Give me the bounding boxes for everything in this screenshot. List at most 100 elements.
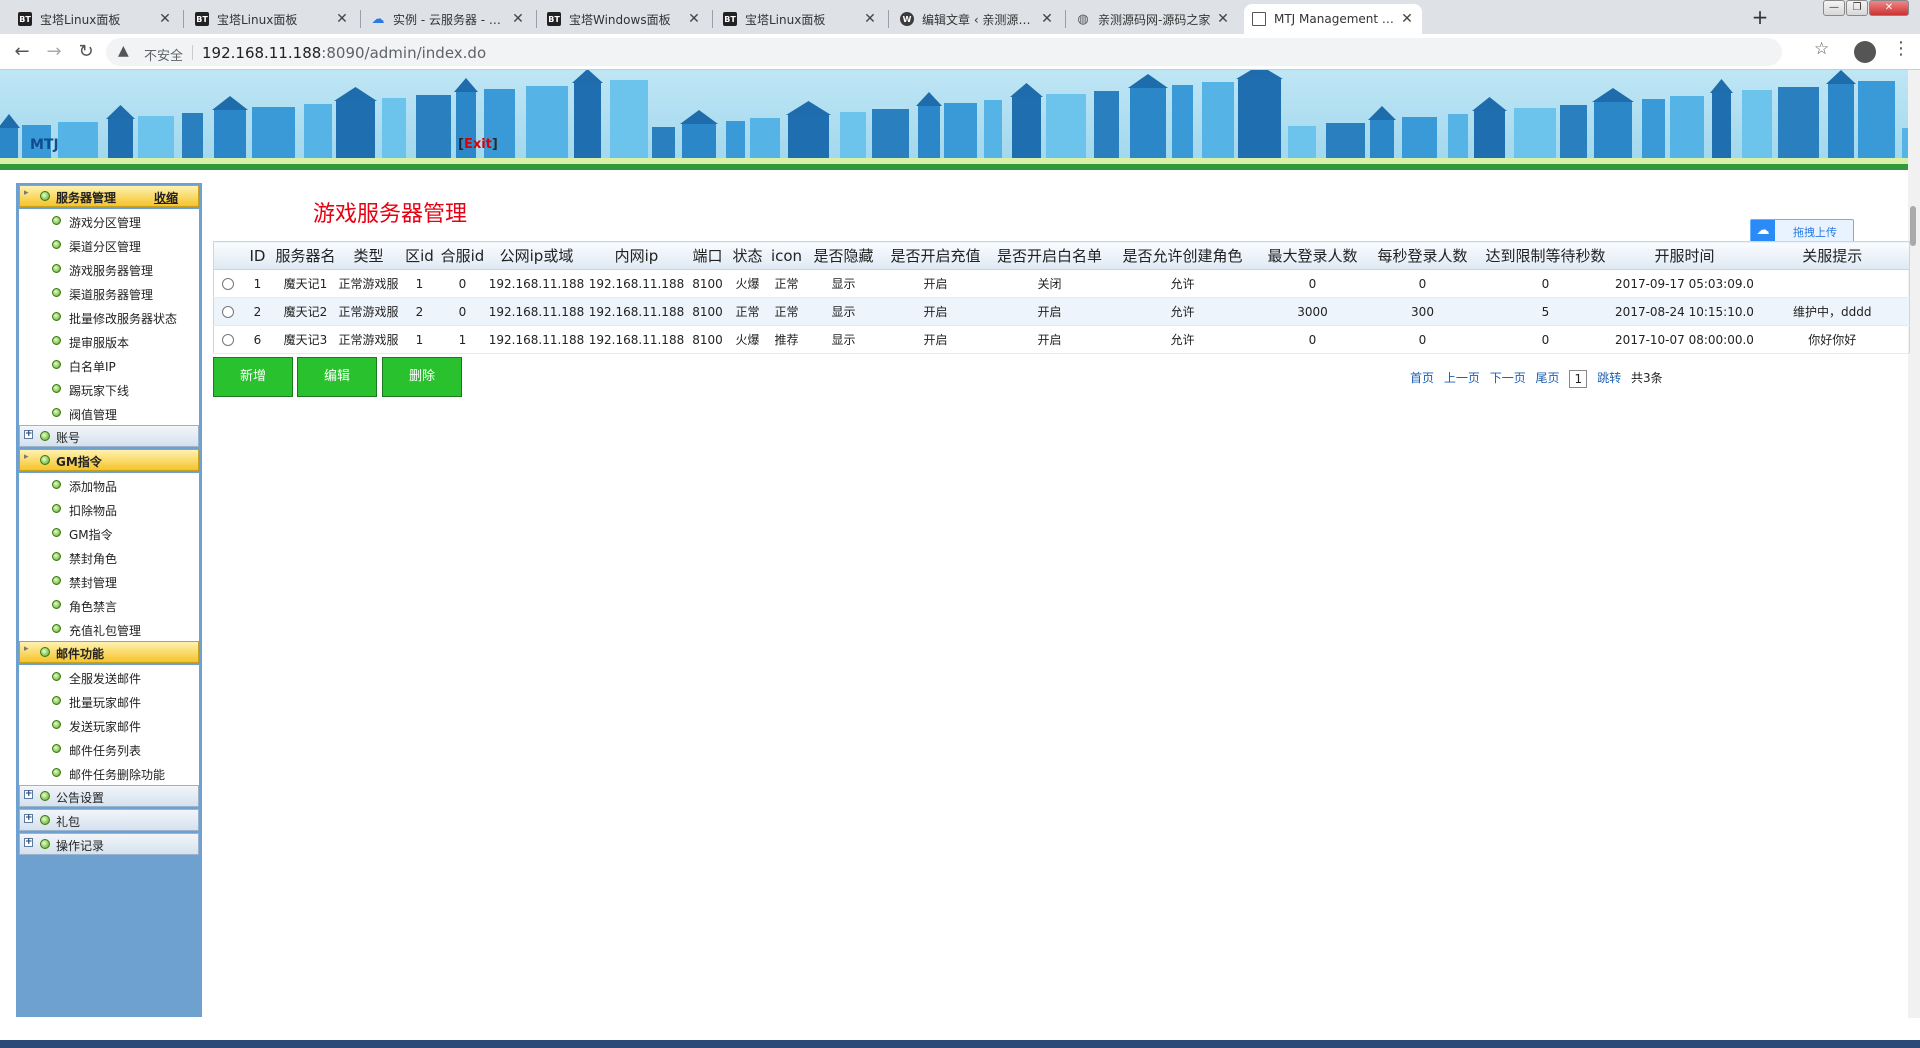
sidebar-item[interactable]: 邮件任务删除功能 bbox=[19, 761, 199, 785]
building-shape bbox=[1012, 97, 1041, 158]
sidebar-group-0[interactable]: ▸ 服务器管理 收缩 bbox=[19, 185, 199, 207]
row-radio[interactable] bbox=[221, 278, 234, 290]
tab-close-icon[interactable]: ✕ bbox=[511, 11, 525, 27]
tab-close-icon[interactable]: ✕ bbox=[863, 11, 877, 27]
restore-button[interactable]: ❐ bbox=[1846, 0, 1868, 16]
sidebar-item[interactable]: 渠道分区管理 bbox=[19, 233, 199, 257]
delete-button[interactable]: 删除 bbox=[382, 357, 462, 397]
sidebar-item[interactable]: 阀值管理 bbox=[19, 401, 199, 425]
expand-icon[interactable]: + bbox=[24, 430, 33, 439]
bt-icon: BT bbox=[18, 12, 32, 26]
sidebar-group-2[interactable]: ▸ GM指令 bbox=[19, 449, 199, 471]
column-header: 类型 bbox=[337, 241, 400, 270]
tab-close-icon[interactable]: ✕ bbox=[158, 11, 172, 27]
sidebar-item[interactable]: 发送玩家邮件 bbox=[19, 713, 199, 737]
roof-shape bbox=[572, 70, 603, 83]
sidebar-item[interactable]: 禁封管理 bbox=[19, 569, 199, 593]
building-shape bbox=[58, 122, 98, 158]
building-shape bbox=[1670, 96, 1704, 158]
back-icon[interactable]: ← bbox=[10, 40, 34, 64]
browser-tab[interactable]: W 编辑文章 ‹ 亲测源码网 — W✕ bbox=[892, 4, 1062, 34]
sidebar-group-3[interactable]: ▸ 邮件功能 bbox=[19, 641, 199, 663]
browser-tab[interactable]: ◍ 亲测源码网-源码之家 ✕ bbox=[1068, 4, 1238, 34]
tab-close-icon[interactable]: ✕ bbox=[1040, 11, 1054, 27]
sidebar-group-1[interactable]: + 账号 bbox=[19, 425, 199, 447]
building-shape bbox=[1448, 114, 1468, 158]
sidebar-item[interactable]: 充值礼包管理 bbox=[19, 617, 199, 641]
table-cell: 192.168.11.188 bbox=[485, 269, 588, 298]
sidebar-item[interactable]: 游戏服务器管理 bbox=[19, 257, 199, 281]
row-radio[interactable] bbox=[221, 306, 234, 318]
sidebar-item[interactable]: 禁封角色 bbox=[19, 545, 199, 569]
pager-last[interactable]: 尾页 bbox=[1536, 371, 1560, 385]
building-shape bbox=[526, 86, 568, 158]
browser-tab[interactable]: BT 宝塔Linux面板 ✕ bbox=[715, 4, 885, 34]
table-cell: 火爆 bbox=[729, 269, 766, 298]
sidebar-group-4[interactable]: + 公告设置 bbox=[19, 785, 199, 807]
browser-tab[interactable]: BT 宝塔Windows面板 ✕ bbox=[539, 4, 709, 34]
column-header: 是否隐藏 bbox=[807, 241, 880, 270]
sidebar-item[interactable]: 批量玩家邮件 bbox=[19, 689, 199, 713]
sidebar-item[interactable]: 渠道服务器管理 bbox=[19, 281, 199, 305]
tab-close-icon[interactable]: ✕ bbox=[1216, 11, 1230, 27]
browser-tab[interactable]: BT 宝塔Linux面板 ✕ bbox=[10, 4, 180, 34]
sidebar-group-6[interactable]: + 操作记录 bbox=[19, 833, 199, 855]
tab-active[interactable]: MTJ Management System✕ bbox=[1244, 4, 1422, 34]
flag-icon: ▸ bbox=[24, 644, 29, 654]
table-row[interactable]: 2 魔天记2 正常游戏服 2 0 192.168.11.188 192.168.11.188… bbox=[213, 297, 1910, 326]
table-row[interactable]: 6 魔天记3 正常游戏服 1 1 192.168.11.188 192.168.11.188… bbox=[213, 325, 1910, 354]
close-window-button[interactable]: ✕ bbox=[1869, 0, 1909, 16]
exit-link[interactable]: [Exit] bbox=[458, 137, 498, 152]
row-radio[interactable] bbox=[221, 334, 234, 346]
sidebar-item[interactable]: 邮件任务列表 bbox=[19, 737, 199, 761]
menu-dots-icon[interactable]: ⋮ bbox=[1892, 38, 1910, 59]
bookmark-star-icon[interactable]: ☆ bbox=[1814, 39, 1829, 59]
scroll-thumb[interactable] bbox=[1910, 206, 1916, 246]
minimize-button[interactable]: — bbox=[1823, 0, 1845, 16]
table-cell: 2017-08-24 10:15:10.0 bbox=[1613, 297, 1756, 326]
expand-icon[interactable]: + bbox=[24, 814, 33, 823]
account-icon[interactable] bbox=[1854, 41, 1876, 63]
sidebar-item[interactable]: 白名单IP bbox=[19, 353, 199, 377]
pager-go[interactable]: 跳转 bbox=[1597, 371, 1621, 385]
expand-icon[interactable]: + bbox=[24, 790, 33, 799]
sidebar-item[interactable]: 踢玩家下线 bbox=[19, 377, 199, 401]
forward-icon[interactable]: → bbox=[42, 40, 66, 64]
pager-first[interactable]: 首页 bbox=[1410, 371, 1434, 385]
sidebar-item[interactable]: 游戏分区管理 bbox=[19, 209, 199, 233]
sidebar-item[interactable]: 全服发送邮件 bbox=[19, 665, 199, 689]
tab-separator bbox=[888, 10, 889, 28]
sidebar-item[interactable]: 批量修改服务器状态 bbox=[19, 305, 199, 329]
sidebar-item[interactable]: GM指令 bbox=[19, 521, 199, 545]
collapse-link[interactable]: 收缩 bbox=[154, 189, 178, 206]
column-header: 端口 bbox=[685, 241, 730, 270]
drag-upload-button[interactable]: ☁ 拖拽上传 bbox=[1750, 219, 1854, 243]
tab-close-icon[interactable]: ✕ bbox=[1400, 11, 1414, 27]
table-cell: 正常 bbox=[729, 297, 766, 326]
new-tab-button[interactable]: + bbox=[1748, 5, 1772, 29]
pager-prev[interactable]: 上一页 bbox=[1444, 371, 1480, 385]
tab-close-icon[interactable]: ✕ bbox=[687, 11, 701, 27]
page-scrollbar[interactable] bbox=[1908, 70, 1920, 1018]
expand-icon[interactable]: + bbox=[24, 838, 33, 847]
url-input[interactable]: ▲ 不安全 192.168.11.188:8090/admin/index.do bbox=[106, 38, 1782, 66]
warning-icon[interactable]: ▲ bbox=[118, 43, 129, 59]
edit-button[interactable]: 编辑 bbox=[297, 357, 377, 397]
sidebar-group-5[interactable]: + 礼包 bbox=[19, 809, 199, 831]
browser-tab[interactable]: ☁ 实例 - 云服务器 - 控制台✕ bbox=[363, 4, 533, 34]
sidebar-item[interactable]: 角色禁言 bbox=[19, 593, 199, 617]
sidebar-item[interactable]: 提审服版本 bbox=[19, 329, 199, 353]
exit-label[interactable]: Exit bbox=[464, 137, 492, 152]
add-button[interactable]: 新增 bbox=[213, 357, 293, 397]
pager-page-input[interactable]: 1 bbox=[1569, 369, 1588, 388]
sidebar-item[interactable]: 扣除物品 bbox=[19, 497, 199, 521]
sidebar-group-label: 邮件功能 bbox=[56, 647, 105, 661]
browser-tab[interactable]: BT 宝塔Linux面板 ✕ bbox=[187, 4, 357, 34]
sidebar-item[interactable]: 添加物品 bbox=[19, 473, 199, 497]
table-cell: 推荐 bbox=[765, 325, 808, 354]
reload-icon[interactable]: ↻ bbox=[74, 40, 98, 64]
tab-close-icon[interactable]: ✕ bbox=[335, 11, 349, 27]
table-row[interactable]: 1 魔天记1 正常游戏服 1 0 192.168.11.188 192.168.11.188… bbox=[213, 269, 1910, 298]
pager-next[interactable]: 下一页 bbox=[1490, 371, 1526, 385]
bullet-icon bbox=[52, 360, 61, 369]
